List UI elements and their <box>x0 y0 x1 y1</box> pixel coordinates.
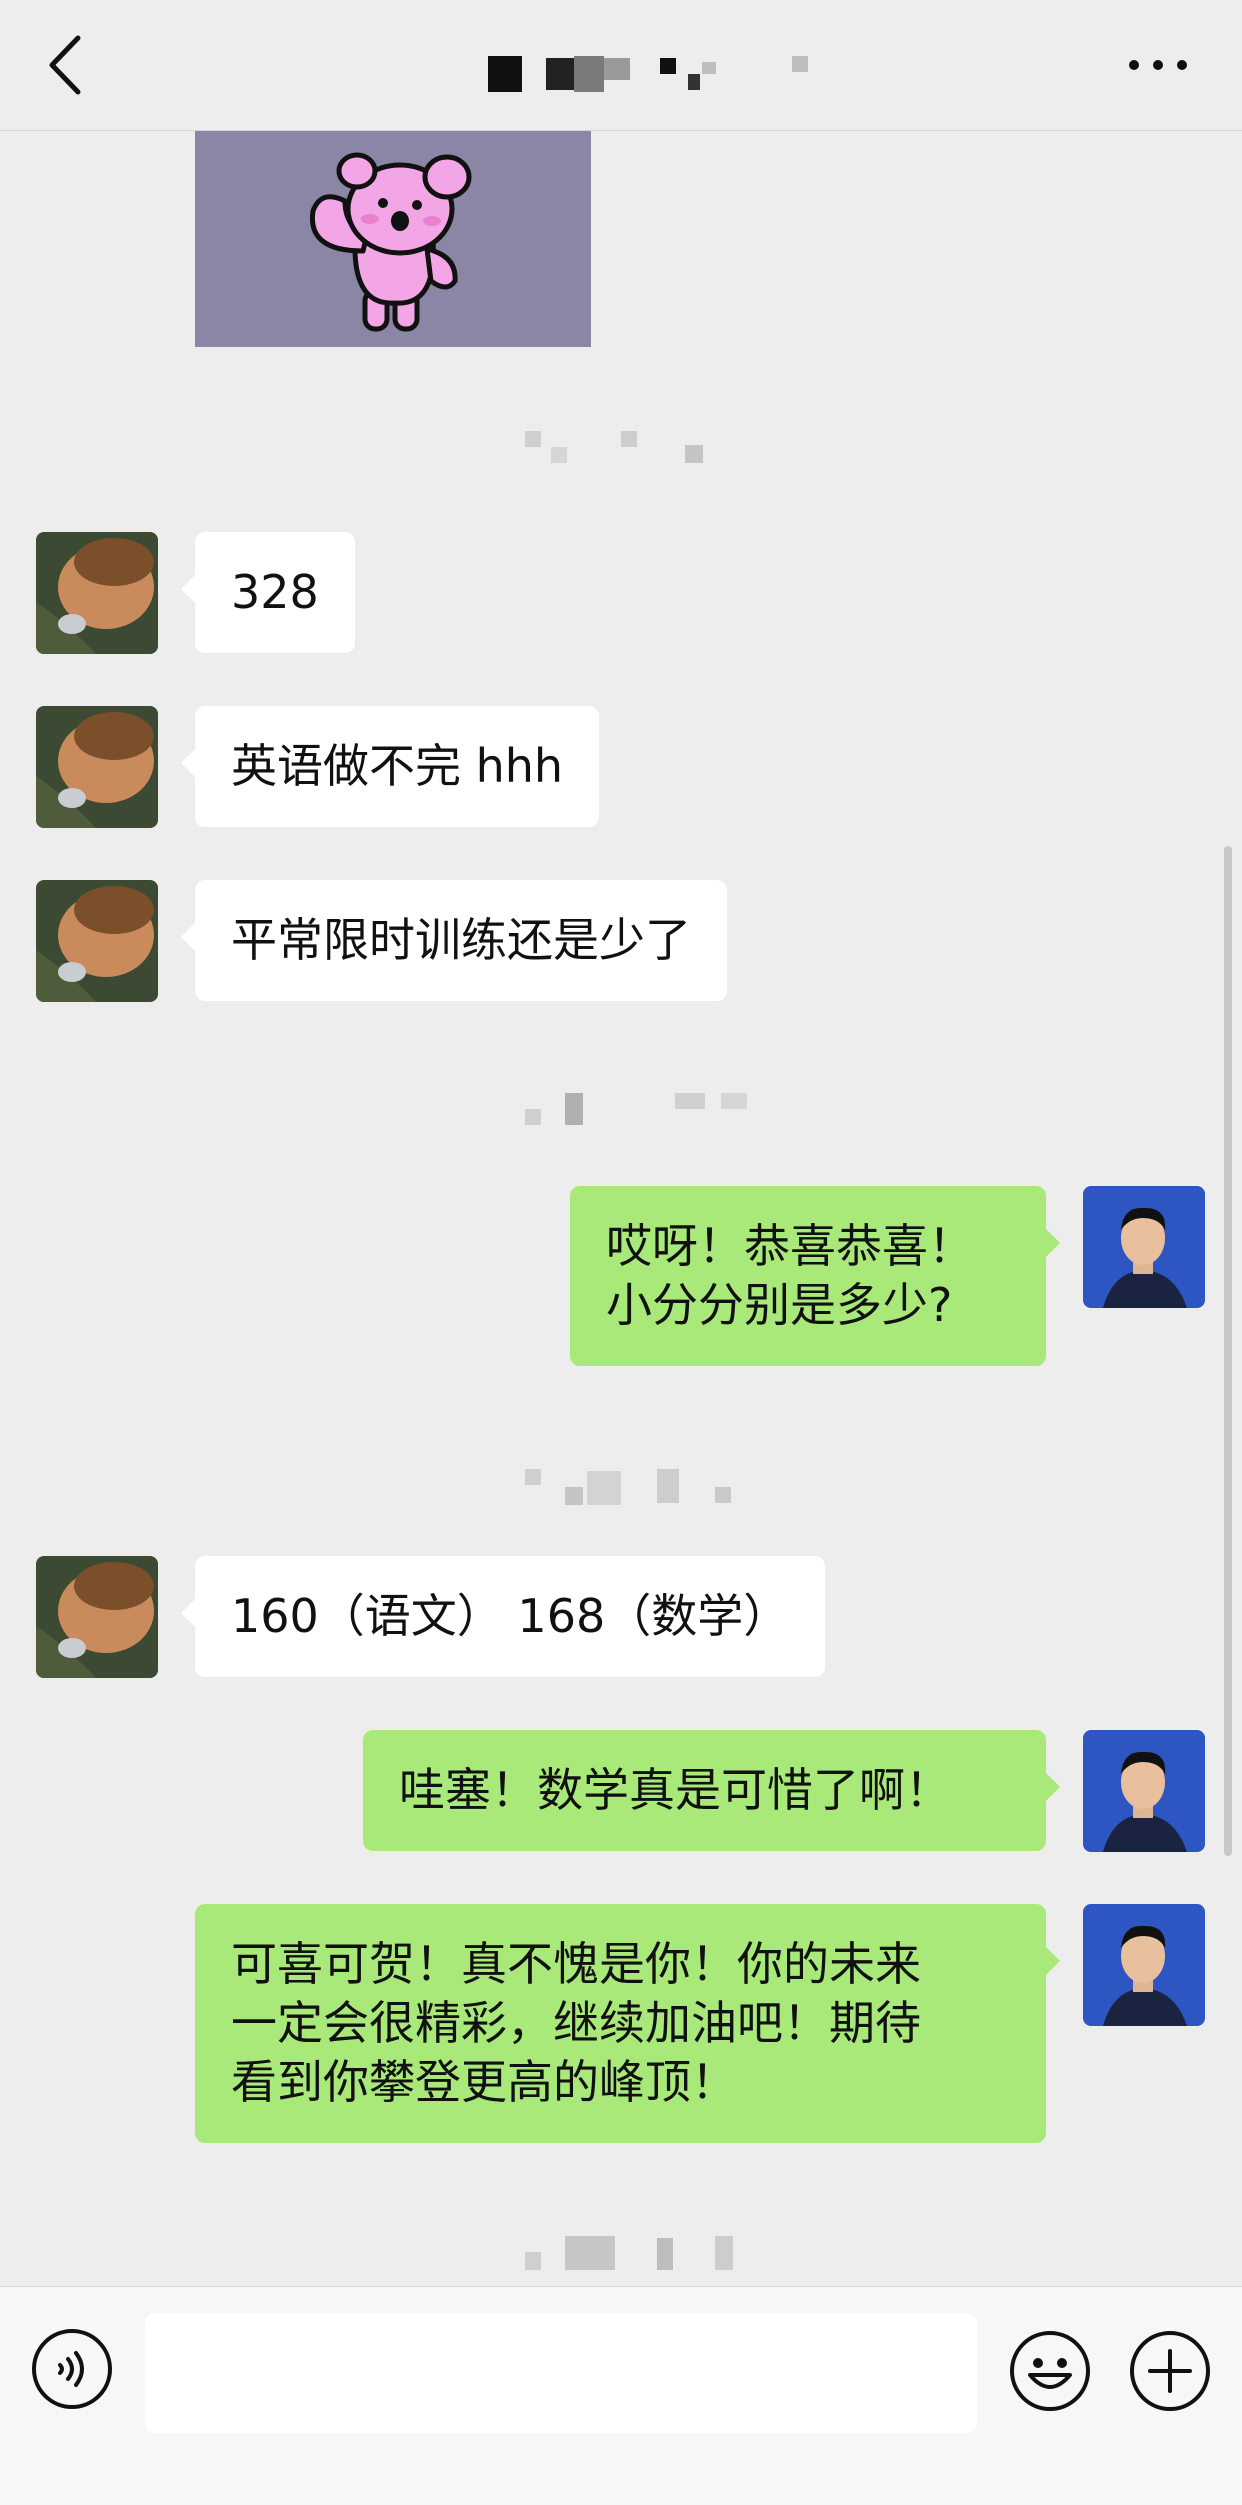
man-portrait-photo <box>1083 1904 1205 2026</box>
incoming-message-bubble[interactable]: 328 <box>181 532 355 653</box>
man-portrait-photo <box>1083 1186 1205 1308</box>
chat-header <box>0 0 1242 131</box>
incoming-message-bubble[interactable]: 160（语文） 168（数学） <box>180 1556 826 1677</box>
blurred-title-mosaic <box>488 56 808 92</box>
timestamp-separator <box>525 1469 735 1509</box>
pink-bear-sticker[interactable] <box>195 131 591 347</box>
outgoing-message-bubble[interactable]: 哎呀！恭喜恭喜！ 小分分别是多少? <box>570 1186 1060 1366</box>
chevron-left-icon <box>49 35 81 95</box>
timestamp-separator <box>525 2236 775 2276</box>
blurred-timestamp-mosaic <box>525 1093 747 1125</box>
blurred-timestamp-mosaic <box>525 2236 733 2270</box>
more-horizontal-icon <box>1129 60 1187 70</box>
scrollbar[interactable] <box>1224 846 1232 1856</box>
user-avatar[interactable] <box>1083 1730 1205 1852</box>
sleeping-child-photo <box>36 532 158 654</box>
timestamp-separator <box>525 1091 765 1131</box>
contact-avatar[interactable] <box>36 1556 158 1678</box>
emoji-icon <box>1010 2331 1090 2411</box>
chat-title <box>488 54 828 94</box>
sleeping-child-photo <box>36 706 158 828</box>
incoming-message-bubble[interactable]: 英语做不完 hhh <box>180 706 600 827</box>
outgoing-message-bubble[interactable]: 可喜可贺！真不愧是你！你的未来 一定会很精彩，继续加油吧！期待 看到你攀登更高的… <box>195 1904 1060 2143</box>
man-portrait-photo <box>1083 1730 1205 1852</box>
more-options-button[interactable] <box>1118 45 1198 85</box>
chat-message-list[interactable]: 328 英语做不完 hhh 平常限时训练还是少了 哎呀！恭喜恭喜！ 小分分别是多… <box>0 131 1242 2286</box>
sleeping-child-photo <box>36 1556 158 1678</box>
more-functions-button[interactable] <box>1128 2329 1212 2413</box>
voice-input-button[interactable] <box>30 2327 114 2411</box>
contact-avatar[interactable] <box>36 706 158 828</box>
user-avatar[interactable] <box>1083 1186 1205 1308</box>
contact-avatar[interactable] <box>36 532 158 654</box>
user-avatar[interactable] <box>1083 1904 1205 2026</box>
blurred-timestamp-mosaic <box>525 431 703 463</box>
timestamp-separator <box>525 431 755 471</box>
pink-bear-image <box>309 152 472 332</box>
contact-avatar[interactable] <box>36 880 158 1002</box>
voice-icon <box>32 2329 112 2409</box>
sleeping-child-photo <box>36 880 158 1002</box>
message-input[interactable] <box>145 2313 977 2433</box>
input-toolbar <box>0 2286 1242 2505</box>
emoji-button[interactable] <box>1008 2329 1092 2413</box>
blurred-timestamp-mosaic <box>525 1469 731 1505</box>
incoming-message-bubble[interactable]: 平常限时训练还是少了 <box>181 880 727 1001</box>
back-button[interactable] <box>38 30 98 100</box>
outgoing-message-bubble[interactable]: 哇塞！数学真是可惜了啊！ <box>363 1730 1060 1851</box>
plus-icon <box>1130 2331 1210 2411</box>
